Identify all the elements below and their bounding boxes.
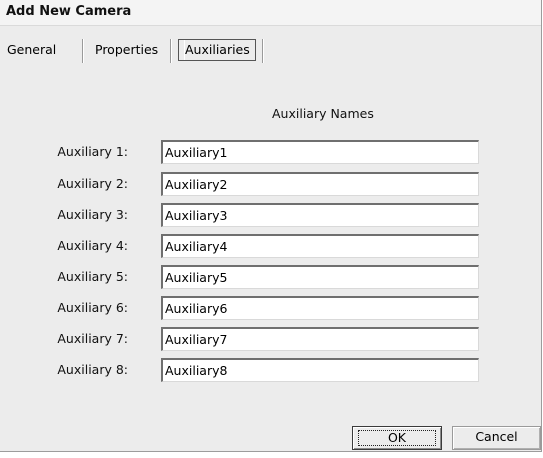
- auxiliary-7-label: Auxiliary 7:: [57, 331, 128, 346]
- auxiliary-8-label: Auxiliary 8:: [57, 362, 128, 377]
- auxiliary-8-input[interactable]: [161, 358, 479, 382]
- auxiliary-1-input[interactable]: [161, 140, 479, 164]
- auxiliary-row-2: Auxiliary 2:: [0, 172, 520, 196]
- auxiliary-6-label: Auxiliary 6:: [57, 300, 128, 315]
- auxiliary-row-1: Auxiliary 1:: [0, 140, 520, 164]
- auxiliary-names-heading: Auxiliary Names: [272, 106, 374, 121]
- ok-button[interactable]: OK: [352, 426, 442, 450]
- tab-divider: [170, 39, 172, 63]
- tab-auxiliaries[interactable]: Auxiliaries: [178, 39, 256, 61]
- auxiliary-row-7: Auxiliary 7:: [0, 327, 520, 351]
- auxiliary-row-4: Auxiliary 4:: [0, 234, 520, 258]
- add-camera-dialog: Add New Camera General Properties Auxili…: [0, 0, 542, 452]
- auxiliary-5-label: Auxiliary 5:: [57, 269, 128, 284]
- auxiliary-2-input[interactable]: [161, 172, 479, 196]
- cancel-button[interactable]: Cancel: [452, 426, 541, 450]
- tab-divider: [82, 39, 84, 63]
- auxiliary-4-input[interactable]: [161, 234, 479, 258]
- auxiliary-2-label: Auxiliary 2:: [57, 176, 128, 191]
- title-bar[interactable]: Add New Camera: [0, 0, 541, 26]
- auxiliary-4-label: Auxiliary 4:: [57, 238, 128, 253]
- tab-divider: [262, 39, 264, 63]
- auxiliary-6-input[interactable]: [161, 296, 479, 320]
- tab-auxiliaries-label: Auxiliaries: [184, 40, 250, 60]
- auxiliary-3-label: Auxiliary 3:: [57, 207, 128, 222]
- auxiliary-row-3: Auxiliary 3:: [0, 203, 520, 227]
- auxiliary-7-input[interactable]: [161, 327, 479, 351]
- tab-properties[interactable]: Properties: [95, 38, 158, 62]
- auxiliary-5-input[interactable]: [161, 265, 479, 289]
- tab-general[interactable]: General: [7, 38, 56, 62]
- ok-button-label: OK: [358, 430, 436, 446]
- auxiliary-row-5: Auxiliary 5:: [0, 265, 520, 289]
- auxiliary-row-8: Auxiliary 8:: [0, 358, 520, 382]
- auxiliary-3-input[interactable]: [161, 203, 479, 227]
- auxiliary-row-6: Auxiliary 6:: [0, 296, 520, 320]
- tab-bar: General Properties Auxiliaries: [0, 38, 320, 64]
- window-title: Add New Camera: [6, 4, 132, 19]
- auxiliary-1-label: Auxiliary 1:: [57, 144, 128, 159]
